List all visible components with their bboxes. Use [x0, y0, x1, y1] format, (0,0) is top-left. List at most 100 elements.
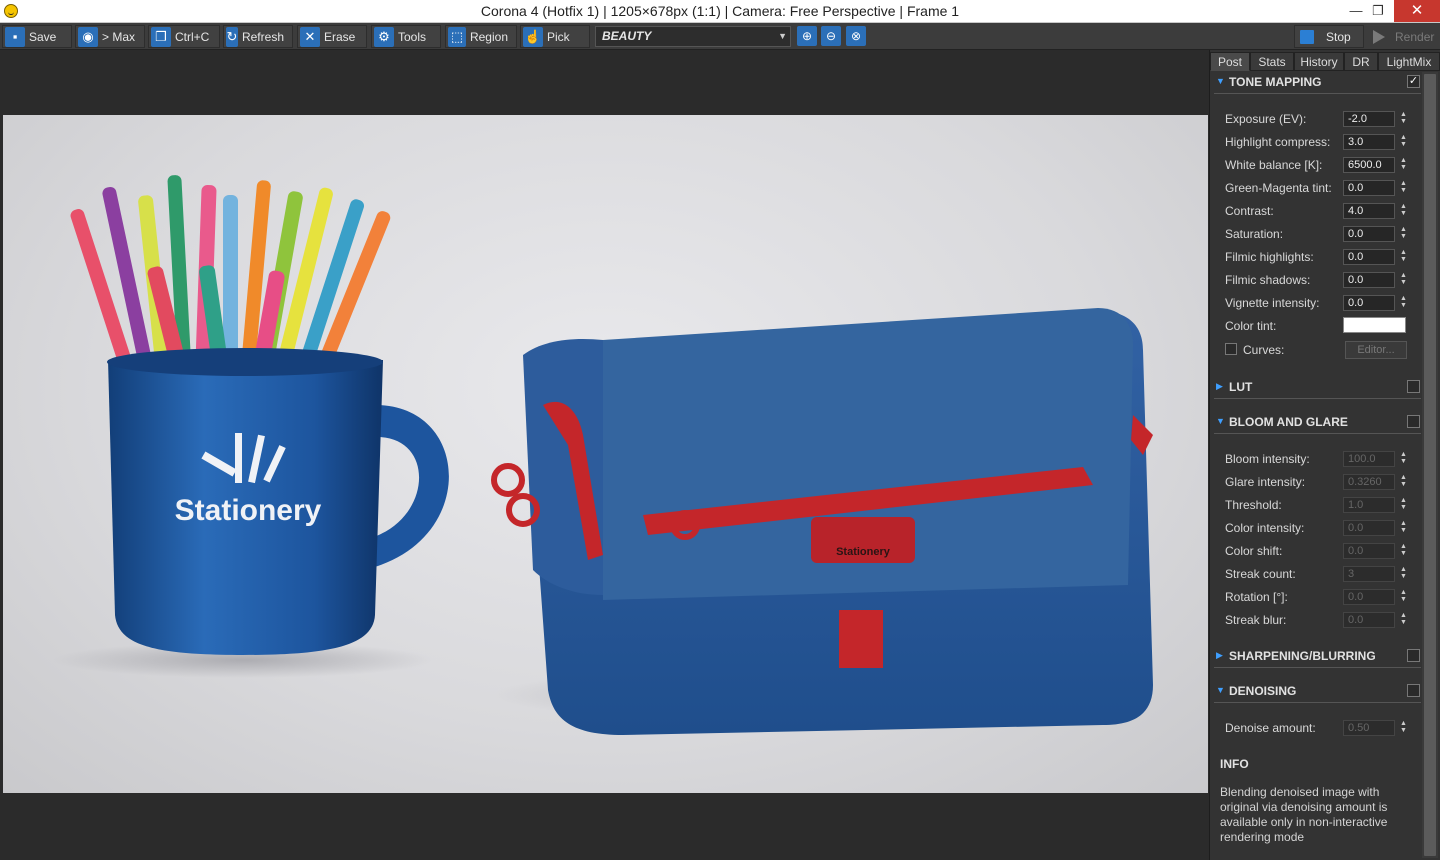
render-label: Render [1395, 29, 1435, 44]
bag-tag-text: Stationery [836, 546, 891, 558]
denoising-checkbox[interactable] [1407, 684, 1420, 697]
curves-editor-button[interactable]: Editor... [1345, 341, 1407, 359]
tab-post[interactable]: Post [1210, 52, 1250, 71]
render-element-value: BEAUTY [602, 29, 652, 43]
close-button[interactable]: ✕ [1394, 0, 1440, 22]
gear-icon: ⚙ [374, 26, 394, 47]
prop-value-field[interactable]: 3.0 [1343, 134, 1395, 150]
prop-value-field[interactable]: 0.0 [1343, 180, 1395, 196]
save-button[interactable]: ▪ Save [2, 25, 72, 48]
panel-scrollbar[interactable] [1422, 72, 1438, 858]
spinner-icon[interactable]: ▲ ▼ [1399, 272, 1408, 288]
section-title: TONE MAPPING [1229, 75, 1322, 89]
tab-history[interactable]: History [1294, 52, 1344, 71]
stop-button[interactable]: Stop [1294, 25, 1364, 48]
maximize-button[interactable]: ❐ [1363, 0, 1393, 22]
copy-button[interactable]: ❐ Ctrl+C [148, 25, 220, 48]
prop-label: Green-Magenta tint: [1225, 181, 1332, 195]
curves-label: Curves: [1243, 343, 1285, 357]
prop-value-field[interactable]: 0.0 [1343, 589, 1395, 605]
section-title: LUT [1229, 380, 1253, 394]
spinner-icon[interactable]: ▲ ▼ [1399, 295, 1408, 311]
erase-button[interactable]: ✕ Erase [297, 25, 367, 48]
tools-button[interactable]: ⚙ Tools [371, 25, 441, 48]
spinner-icon[interactable]: ▲ ▼ [1399, 520, 1408, 536]
curves-checkbox[interactable] [1225, 343, 1237, 355]
rendered-image[interactable]: Stationery Stationery [3, 115, 1208, 793]
prop-value-field[interactable]: 4.0 [1343, 203, 1395, 219]
spinner-icon[interactable]: ▲ ▼ [1399, 180, 1408, 196]
post-panel: Post Stats History DR LightMix ▼ TONE MA… [1210, 50, 1440, 860]
max-button[interactable]: ◉ > Max [75, 25, 145, 48]
spinner-icon[interactable]: ▲ ▼ [1399, 474, 1408, 490]
spinner-icon[interactable]: ▲ ▼ [1399, 203, 1408, 219]
section-lut[interactable]: ▶ LUT [1214, 377, 1421, 399]
spinner-icon[interactable]: ▲ ▼ [1399, 249, 1408, 265]
hand-icon: ☝ [523, 26, 543, 47]
tab-dr[interactable]: DR [1344, 52, 1378, 71]
zipper-pull [491, 463, 525, 497]
toolbar: ▪ Save ◉ > Max ❐ Ctrl+C ↻ Refresh ✕ Eras… [0, 23, 1440, 50]
zoom-fit-icon[interactable]: ⊗ [846, 26, 866, 46]
region-button[interactable]: ⬚ Region [445, 25, 517, 48]
prop-value-field[interactable]: 0.0 [1343, 520, 1395, 536]
prop-value-field[interactable]: 6500.0 [1343, 157, 1395, 173]
spinner-icon[interactable]: ▲ ▼ [1399, 566, 1408, 582]
section-bloom-and-glare[interactable]: ▼ BLOOM AND GLARE [1214, 412, 1421, 434]
pick-button[interactable]: ☝ Pick [520, 25, 590, 48]
prop-value-field[interactable]: 0.3260 [1343, 474, 1395, 490]
spinner-icon[interactable]: ▲ ▼ [1399, 497, 1408, 513]
tab-stats[interactable]: Stats [1250, 52, 1294, 71]
spinner-icon[interactable]: ▲ ▼ [1399, 451, 1408, 467]
prop-value-field[interactable]: 0.0 [1343, 295, 1395, 311]
spinner-icon[interactable]: ▲ ▼ [1399, 157, 1408, 173]
lut-checkbox[interactable] [1407, 380, 1420, 393]
tab-lightmix[interactable]: LightMix [1378, 52, 1440, 71]
prop-value-field[interactable]: 0.0 [1343, 249, 1395, 265]
prop-label: Vignette intensity: [1225, 296, 1320, 310]
zoom-out-icon[interactable]: ⊖ [821, 26, 841, 46]
section-denoising[interactable]: ▼ DENOISING [1214, 681, 1421, 703]
spinner-icon[interactable]: ▲ ▼ [1399, 111, 1408, 127]
copy-label: Ctrl+C [175, 29, 210, 44]
prop-value-field[interactable]: 0.0 [1343, 272, 1395, 288]
render-element-dropdown[interactable]: BEAUTY ▼ [595, 26, 791, 47]
spinner-icon[interactable]: ▲ ▼ [1399, 226, 1408, 242]
spinner-icon[interactable]: ▲ ▼ [1399, 612, 1408, 628]
spinner-icon[interactable]: ▲ ▼ [1399, 543, 1408, 559]
prop-label: Streak count: [1225, 567, 1296, 581]
render-viewport[interactable]: Stationery Stationery [0, 50, 1210, 860]
spinner-icon[interactable]: ▲ ▼ [1399, 720, 1408, 736]
region-icon: ⬚ [448, 26, 466, 47]
denoise-amount-field[interactable]: 0.50 [1343, 720, 1395, 736]
section-tone-mapping[interactable]: ▼ TONE MAPPING ✓ [1214, 72, 1421, 94]
scrollbar-thumb[interactable] [1424, 74, 1436, 856]
bag-strap [839, 610, 883, 668]
region-label: Region [469, 29, 508, 44]
title-bar: Corona 4 (Hotfix 1) | 1205×678px (1:1) |… [0, 0, 1440, 23]
prop-value-field[interactable]: 1.0 [1343, 497, 1395, 513]
spinner-icon[interactable]: ▲ ▼ [1399, 589, 1408, 605]
chevron-down-icon: ▼ [778, 31, 787, 41]
prop-value-field[interactable]: 100.0 [1343, 451, 1395, 467]
prop-value-field[interactable]: 0.0 [1343, 226, 1395, 242]
refresh-button[interactable]: ↻ Refresh [223, 25, 293, 48]
bloom-checkbox[interactable] [1407, 415, 1420, 428]
tone-mapping-checkbox[interactable]: ✓ [1407, 75, 1420, 88]
color-tint-swatch[interactable] [1343, 317, 1406, 333]
prop-value-field[interactable]: -2.0 [1343, 111, 1395, 127]
play-icon [1373, 29, 1385, 44]
max-icon: ◉ [78, 26, 98, 47]
erase-icon: ✕ [300, 26, 320, 47]
prop-label: White balance [K]: [1225, 158, 1323, 172]
spinner-icon[interactable]: ▲ ▼ [1399, 134, 1408, 150]
prop-value-field[interactable]: 3 [1343, 566, 1395, 582]
stop-icon [1300, 29, 1314, 44]
render-button[interactable]: Render [1367, 25, 1437, 48]
zoom-in-icon[interactable]: ⊕ [797, 26, 817, 46]
prop-label: Bloom intensity: [1225, 452, 1310, 466]
sharpening-checkbox[interactable] [1407, 649, 1420, 662]
prop-value-field[interactable]: 0.0 [1343, 612, 1395, 628]
section-sharpening-blurring[interactable]: ▶ SHARPENING/BLURRING [1214, 646, 1421, 668]
prop-value-field[interactable]: 0.0 [1343, 543, 1395, 559]
